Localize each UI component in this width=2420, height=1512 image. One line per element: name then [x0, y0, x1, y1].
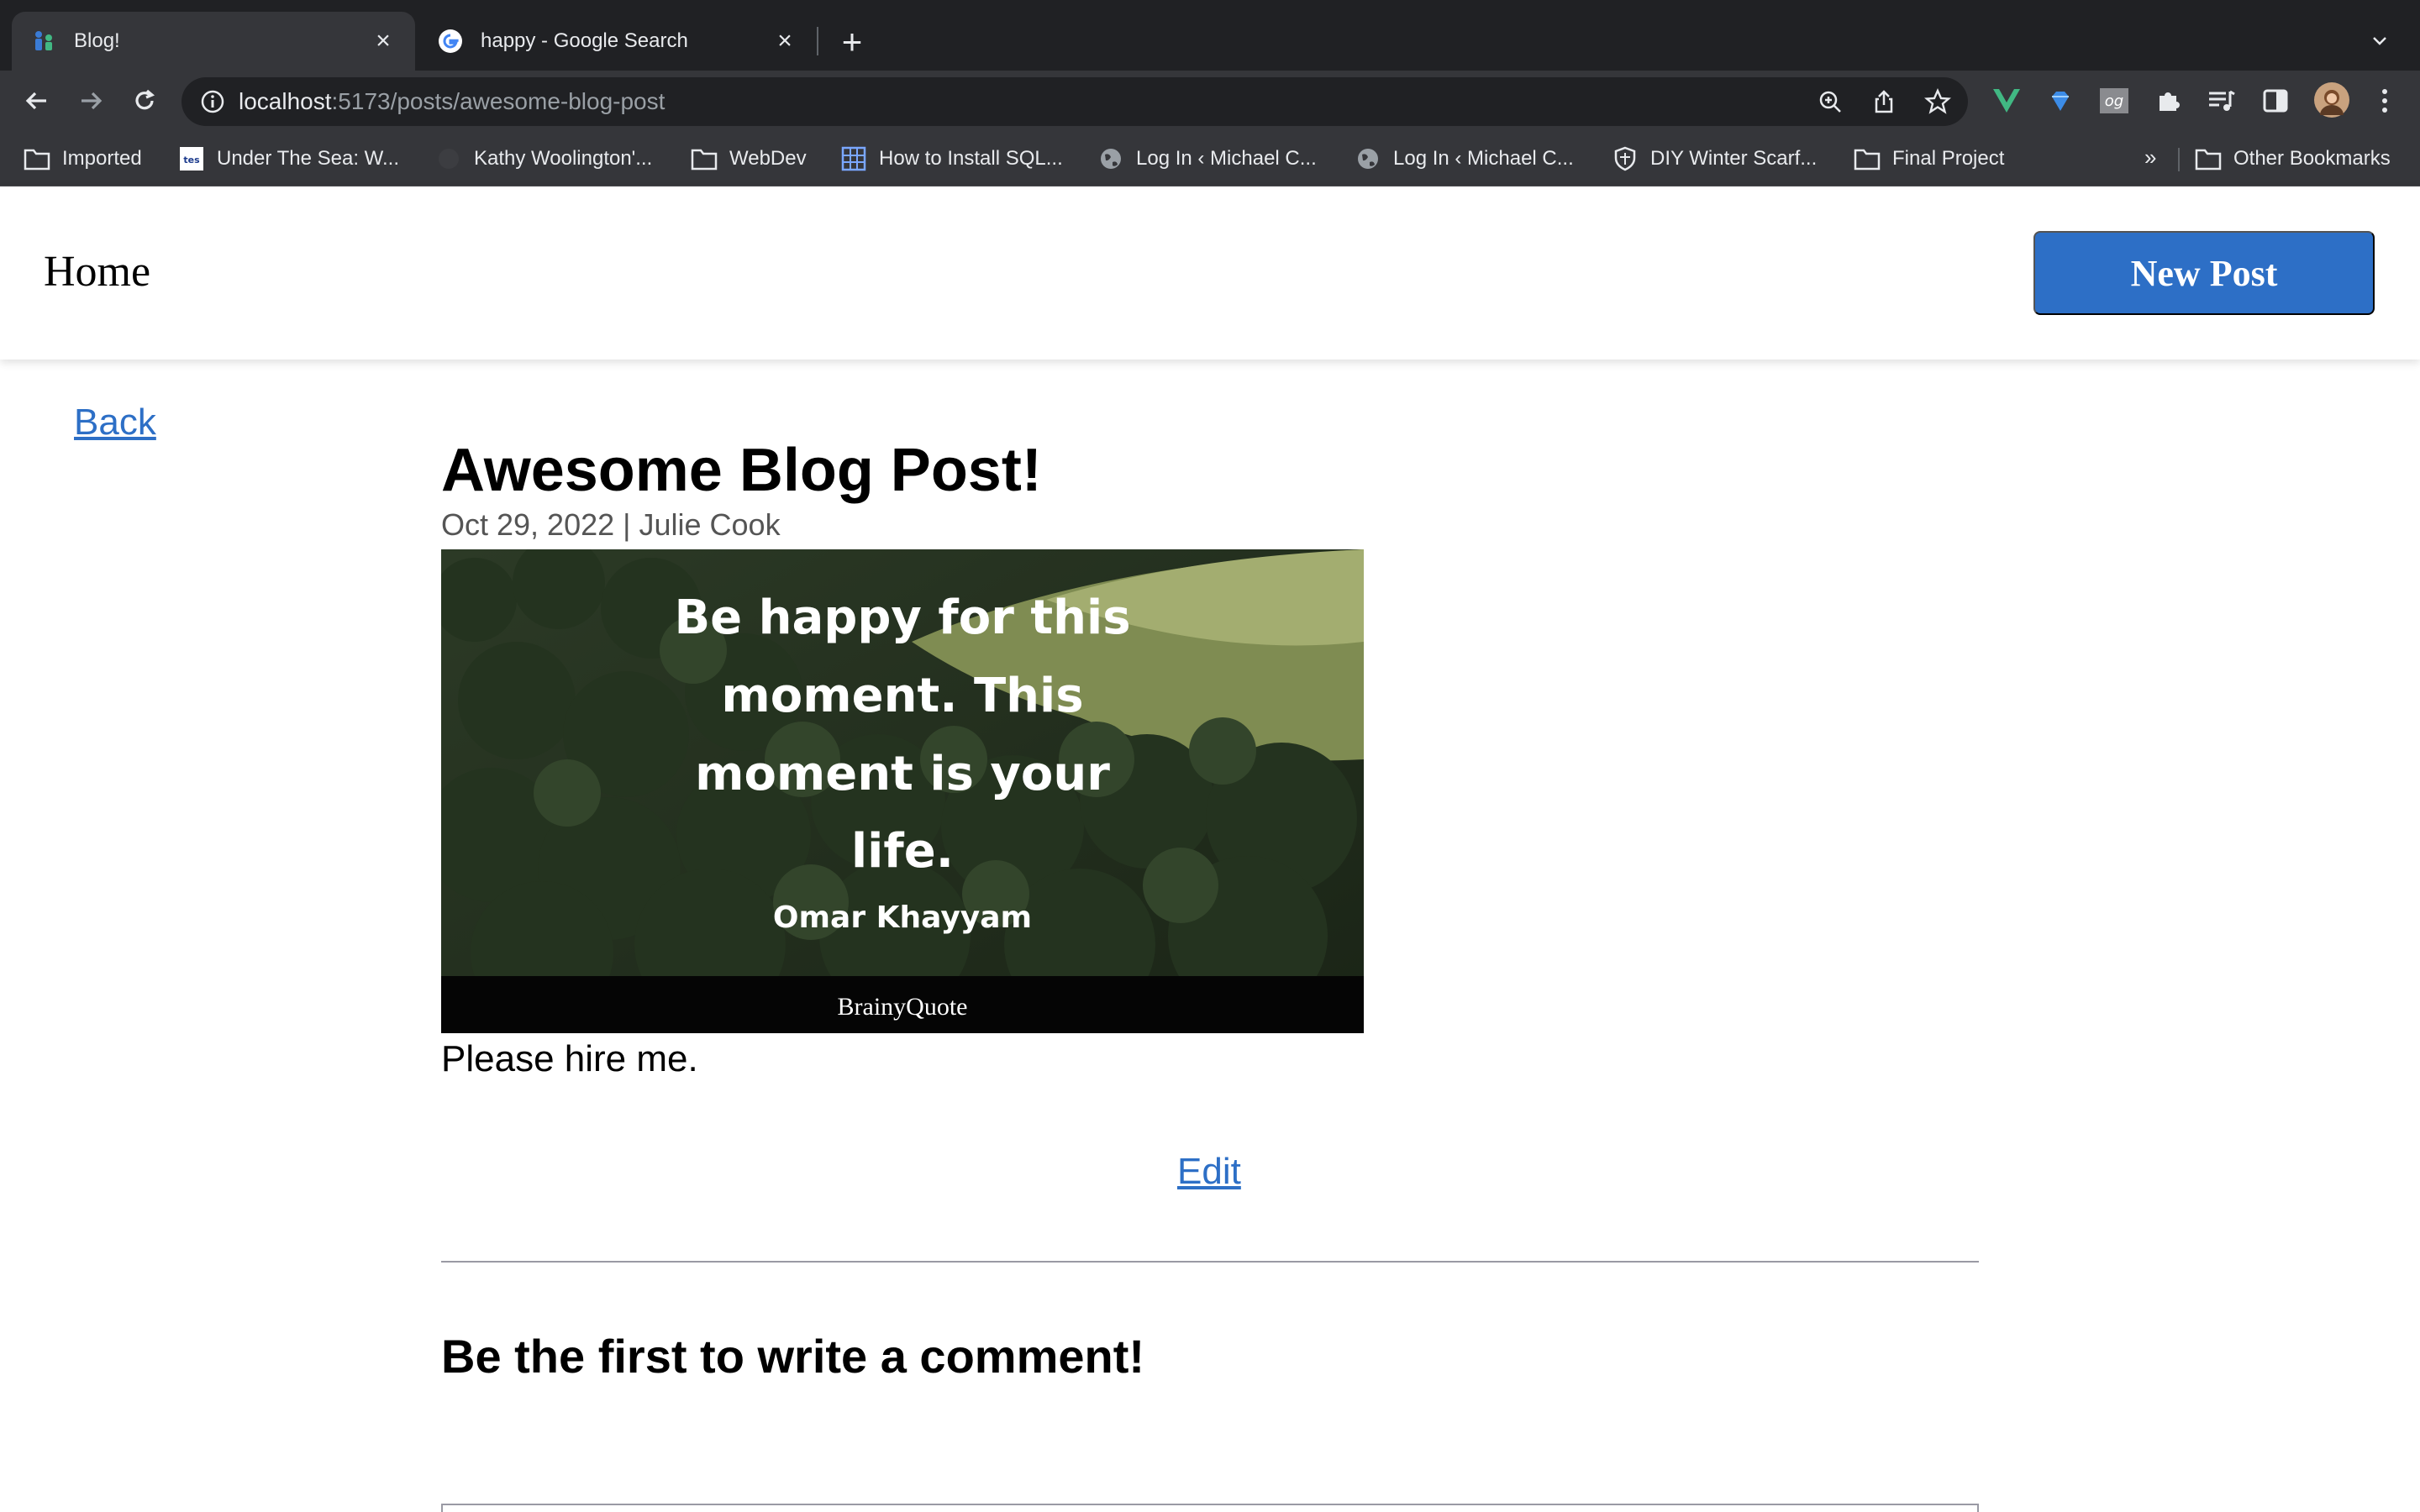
info-icon[interactable]	[198, 87, 227, 116]
bookmark-label: How to Install SQL...	[879, 147, 1063, 170]
bookmark-item[interactable]: WebDev	[691, 143, 807, 175]
address-bar[interactable]: localhost:5173/posts/awesome-blog-post	[182, 77, 1968, 126]
gem-icon[interactable]	[2044, 84, 2077, 118]
share-icon[interactable]	[1869, 87, 1899, 117]
folder-icon	[1854, 145, 1881, 172]
watermark-text: BrainyQuote	[838, 993, 968, 1021]
globe-icon	[1355, 145, 1381, 172]
bookmark-item[interactable]: Imported	[24, 143, 142, 175]
back-arrow-icon[interactable]	[15, 79, 59, 123]
grid-icon	[840, 145, 867, 172]
close-tab-icon[interactable]: ×	[370, 27, 397, 55]
tab-google-search[interactable]: happy - Google Search ×	[420, 12, 815, 71]
globe-icon	[1097, 145, 1124, 172]
og-icon[interactable]: og	[2097, 84, 2131, 118]
google-favicon-icon	[437, 28, 464, 55]
bookmark-item[interactable]: DIY Winter Scarf...	[1612, 143, 1817, 175]
edit-link[interactable]: Edit	[1177, 1151, 1241, 1193]
bookmark-item[interactable]: How to Install SQL...	[840, 143, 1063, 175]
comments-heading: Be the first to write a comment!	[441, 1330, 1145, 1383]
shield-icon	[1612, 145, 1639, 172]
vue-devtools-icon[interactable]	[1990, 84, 2023, 118]
bookmark-label: Other Bookmarks	[2233, 147, 2391, 170]
tab-blog[interactable]: Blog! ×	[12, 12, 415, 71]
quote-line: moment is your	[695, 747, 1110, 801]
chevron-down-icon[interactable]	[2365, 25, 2395, 55]
url-text: localhost:5173/posts/awesome-blog-post	[239, 88, 666, 114]
other-bookmarks-item[interactable]: Other Bookmarks	[2195, 143, 2391, 175]
site-header: Home New Post	[0, 186, 2420, 360]
new-tab-icon[interactable]: +	[832, 22, 872, 62]
folder-icon	[24, 145, 50, 172]
bookmarks-separator	[2178, 148, 2180, 171]
bookmark-item[interactable]: Kathy Woolington'...	[435, 143, 652, 175]
folder-icon	[2195, 145, 2222, 172]
reload-icon[interactable]	[123, 79, 166, 123]
svg-text:tes: tes	[183, 155, 200, 165]
bookmark-item[interactable]: Log In ‹ Michael C...	[1355, 143, 1574, 175]
close-tab-icon[interactable]: ×	[771, 27, 798, 55]
bookmark-label: Kathy Woolington'...	[474, 147, 653, 170]
new-post-button[interactable]: New Post	[2033, 231, 2375, 315]
post-article: Awesome Blog Post! Oct 29, 2022 | Julie …	[441, 435, 1979, 1512]
bookmark-label: WebDev	[729, 147, 807, 170]
bookmark-item[interactable]: Log In ‹ Michael C...	[1097, 143, 1317, 175]
profile-avatar[interactable]	[2312, 81, 2351, 119]
more-vertical-icon[interactable]	[2368, 84, 2402, 118]
bookmark-label: Log In ‹ Michael C...	[1136, 147, 1317, 170]
bookmark-label: DIY Winter Scarf...	[1650, 147, 1818, 170]
svg-text:og: og	[2105, 92, 2123, 110]
zoom-icon[interactable]	[1815, 87, 1845, 117]
bookmark-label: Imported	[62, 147, 142, 170]
sidebar-icon[interactable]	[2259, 84, 2292, 118]
tab-separator	[817, 27, 818, 55]
blog-favicon-icon	[30, 28, 57, 55]
quote-line: life.	[851, 824, 954, 879]
quote-line: moment. This	[721, 669, 1083, 723]
bookmark-star-icon[interactable]	[1923, 87, 1953, 117]
quote-image-graphic: Be happy for this moment. This moment is…	[441, 549, 1364, 1033]
blank-icon	[435, 145, 462, 172]
forward-arrow-icon[interactable]	[69, 79, 113, 123]
bookmark-label: Log In ‹ Michael C...	[1393, 147, 1574, 170]
bookmark-label: Final Project	[1892, 147, 2005, 170]
tab-title: Blog!	[74, 29, 120, 52]
quote-line: Be happy for this	[674, 591, 1130, 645]
bookmark-label: Under The Sea: W...	[217, 147, 399, 170]
tes-icon: tes	[178, 145, 205, 172]
bookmark-item[interactable]: tes Under The Sea: W...	[178, 143, 399, 175]
comment-input[interactable]	[441, 1504, 1979, 1512]
home-link[interactable]: Home	[44, 247, 150, 297]
post-image: Be happy for this moment. This moment is…	[441, 549, 1364, 1033]
divider	[441, 1261, 1979, 1263]
bookmarks-bar: Imported tes Under The Sea: W... Kathy W…	[0, 131, 2420, 186]
browser-tab-strip: Blog! × happy - Google Search × +	[0, 0, 2420, 71]
post-body: Please hire me.	[441, 1038, 698, 1079]
tab-title: happy - Google Search	[481, 29, 688, 52]
puzzle-extension-icon[interactable]	[2151, 84, 2185, 118]
bookmarks-overflow-button[interactable]: »	[2144, 144, 2156, 171]
reading-list-icon[interactable]	[2205, 84, 2238, 118]
quote-author: Omar Khayyam	[773, 900, 1032, 935]
folder-icon	[691, 145, 718, 172]
back-link[interactable]: Back	[74, 402, 156, 444]
bookmark-item[interactable]: Final Project	[1854, 143, 2004, 175]
post-meta: Oct 29, 2022 | Julie Cook	[441, 507, 781, 542]
browser-toolbar: localhost:5173/posts/awesome-blog-post o…	[0, 71, 2420, 131]
post-title: Awesome Blog Post!	[441, 437, 1042, 504]
